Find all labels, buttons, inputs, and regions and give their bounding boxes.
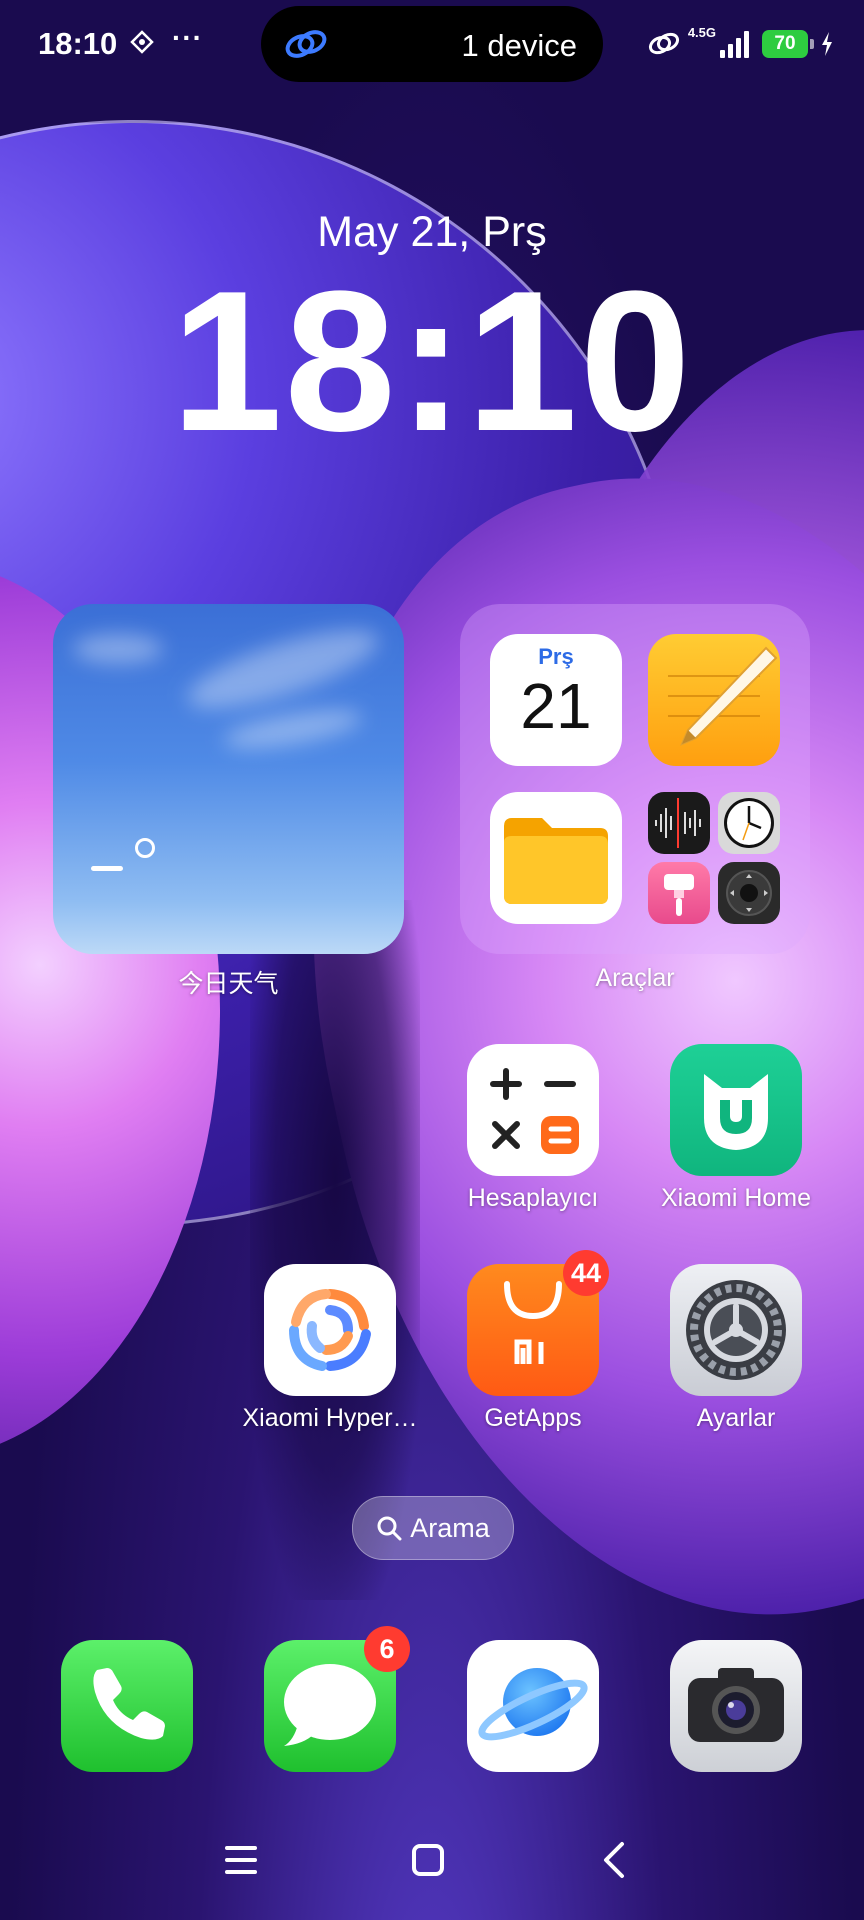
phone-app[interactable] xyxy=(61,1640,193,1772)
camera-icon xyxy=(688,1668,784,1742)
cloud xyxy=(73,634,163,664)
weather-temperature-placeholder xyxy=(91,866,123,871)
home-icon[interactable] xyxy=(398,1830,458,1890)
themes-app[interactable] xyxy=(648,862,710,924)
settings-label: Ayarlar xyxy=(696,1404,776,1432)
waveform-icon xyxy=(655,798,701,848)
weather-widget[interactable] xyxy=(53,604,404,954)
menu-icon[interactable] xyxy=(211,1830,271,1890)
xiaomi-home-label: Xiaomi Home xyxy=(660,1184,812,1212)
xiaomi-hyper-app[interactable] xyxy=(264,1264,396,1396)
back-icon[interactable] xyxy=(586,1830,646,1890)
calculator-icon xyxy=(490,1068,579,1154)
getapps-notification-badge: 44 xyxy=(563,1250,609,1296)
calculator-app[interactable] xyxy=(467,1044,599,1176)
messages-notification-badge: 6 xyxy=(364,1626,410,1672)
cloud xyxy=(180,614,386,724)
link-icon xyxy=(648,32,679,55)
paintbrush-icon xyxy=(664,874,694,916)
notification-diamond-icon xyxy=(130,30,154,54)
wallpaper-shadow xyxy=(250,900,420,1600)
network-type: 4.5G xyxy=(687,25,716,40)
phone-icon xyxy=(93,1668,165,1740)
cloud xyxy=(221,702,365,756)
mi-home-icon xyxy=(704,1074,768,1150)
calendar-app[interactable]: Prş 21 xyxy=(490,634,622,766)
calendar-weekday: Prş xyxy=(538,644,574,669)
status-time: 18:10 xyxy=(38,26,118,61)
tools-folder-label: Araçlar xyxy=(595,964,675,992)
status-indicators: 4.5G 70 xyxy=(646,26,834,62)
hyper-swirl-icon xyxy=(289,1289,371,1371)
settings-app[interactable] xyxy=(670,1264,802,1396)
search-button[interactable]: Arama xyxy=(352,1496,514,1560)
xiaomi-hyper-label: Xiaomi Hyper… xyxy=(242,1404,418,1432)
getapps-label: GetApps xyxy=(484,1404,582,1432)
tools-folder[interactable]: Prş 21 xyxy=(460,604,810,954)
dynamic-island[interactable]: 1 device xyxy=(261,6,603,82)
search-label: Arama xyxy=(410,1512,490,1543)
clock-app[interactable] xyxy=(718,792,780,854)
gear-icon xyxy=(686,1280,786,1380)
files-app[interactable] xyxy=(490,792,622,924)
degree-icon xyxy=(135,838,155,858)
battery-indicator: 70 xyxy=(762,30,814,58)
clock-widget[interactable]: 18:10 xyxy=(0,262,864,462)
remote-control-icon xyxy=(726,870,772,916)
browser-app[interactable] xyxy=(467,1640,599,1772)
pencil-icon xyxy=(668,646,778,746)
planet-browser-icon xyxy=(478,1668,588,1741)
navigation-bar xyxy=(0,1800,864,1920)
folder-mini-apps xyxy=(648,792,780,924)
voice-recorder-app[interactable] xyxy=(648,792,710,854)
status-bar: 18:10 ··· 1 device 4.5G 70 xyxy=(0,0,864,90)
remote-app[interactable] xyxy=(718,862,780,924)
camera-app[interactable] xyxy=(670,1640,802,1772)
calendar-date: 21 xyxy=(520,670,592,742)
search-icon xyxy=(377,1516,402,1541)
more-notifications-icon: ··· xyxy=(172,22,203,53)
connected-devices-text: 1 device xyxy=(461,28,577,63)
notes-app[interactable] xyxy=(648,634,780,766)
folder-icon xyxy=(504,818,608,904)
calculator-label: Hesaplayıcı xyxy=(467,1184,599,1212)
signal-icon xyxy=(720,30,750,58)
clock-icon xyxy=(724,798,774,848)
charging-bolt-icon xyxy=(822,32,832,56)
link-icon xyxy=(285,30,327,58)
weather-widget-label: 今日天气 xyxy=(178,970,279,998)
xiaomi-home-app[interactable] xyxy=(670,1044,802,1176)
